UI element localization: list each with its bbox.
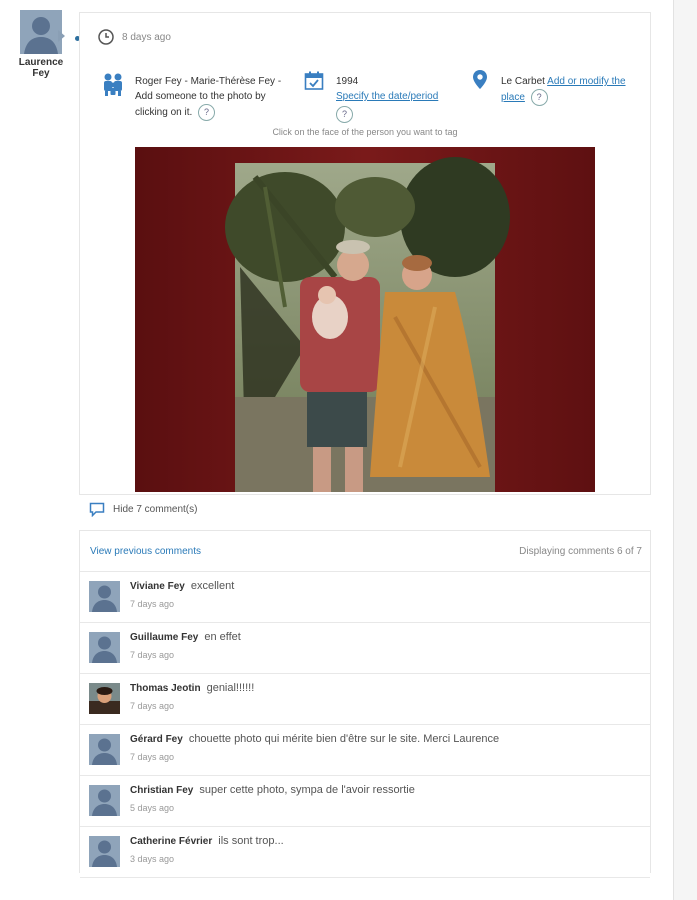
- comment-text: excellent: [190, 580, 235, 592]
- comment-item: Guillaume Fey en effet 7 days ago: [80, 623, 650, 674]
- comment-text: genial!!!!!!: [206, 682, 255, 694]
- user-silhouette-icon: [20, 10, 62, 54]
- comment-item: Catherine Février ils sont trop... 3 days…: [80, 827, 650, 878]
- toggle-comments[interactable]: Hide 7 comment(s): [89, 502, 197, 517]
- comment-author[interactable]: Guillaume Fey en effet: [130, 631, 241, 643]
- user-photo-icon: [89, 683, 120, 714]
- photo-image[interactable]: [135, 147, 595, 492]
- post-time-text: 8 days ago: [122, 31, 171, 43]
- avatar[interactable]: [89, 683, 120, 714]
- comment-item: Thomas Jeotin genial!!!!!! 7 days ago: [80, 674, 650, 725]
- post-photo[interactable]: [135, 147, 595, 492]
- user-silhouette-icon: [89, 734, 120, 765]
- speech-bubble-icon: [89, 502, 105, 517]
- comment-author-name[interactable]: Viviane Fey: [130, 581, 185, 592]
- comments-header: View previous comments Displaying commen…: [80, 531, 650, 572]
- avatar[interactable]: [89, 632, 120, 663]
- post-card: 8 days ago Roger Fey - Marie-Thérèse Fey…: [79, 12, 651, 495]
- avatar[interactable]: [89, 836, 120, 867]
- avatar[interactable]: [89, 785, 120, 816]
- comment-text: en effet: [204, 631, 241, 643]
- date-help-icon[interactable]: ?: [336, 106, 353, 123]
- place-value: Le Carbet: [501, 76, 545, 87]
- specify-date-link[interactable]: Specify the date/period: [336, 89, 466, 104]
- comments-count: Displaying comments 6 of 7: [519, 546, 642, 557]
- date-value: 1994: [336, 76, 359, 87]
- calendar-icon-wrap: [304, 71, 324, 96]
- comment-text: ils sont trop...: [218, 835, 284, 847]
- user-silhouette-icon: [89, 581, 120, 612]
- comment-author[interactable]: Thomas Jeotin genial!!!!!!: [130, 682, 254, 694]
- right-scroll-strip: [673, 0, 697, 900]
- avatar[interactable]: [89, 734, 120, 765]
- place-block: Le Carbet Add or modify the place ?: [501, 74, 631, 106]
- comment-time: 5 days ago: [130, 803, 175, 813]
- comment-time: 7 days ago: [130, 701, 175, 711]
- comment-author[interactable]: Christian Fey super cette photo, sympa de…: [130, 784, 415, 796]
- author-avatar[interactable]: [20, 10, 62, 54]
- comment-time: 7 days ago: [130, 752, 175, 762]
- author-pointer: [58, 30, 65, 42]
- comment-time: 3 days ago: [130, 854, 175, 864]
- clock-icon: [98, 29, 114, 45]
- comment-author[interactable]: Gérard Fey chouette photo qui mérite bien…: [130, 733, 499, 745]
- help-icon[interactable]: ?: [198, 104, 216, 121]
- people-tag-text[interactable]: Roger Fey - Marie-Thérèse Fey - Add some…: [135, 74, 295, 121]
- comment-author-name[interactable]: Christian Fey: [130, 785, 193, 796]
- view-previous-link[interactable]: View previous comments: [90, 546, 201, 557]
- family-icon: [104, 73, 122, 96]
- location-pin-icon: [473, 70, 487, 89]
- author-name[interactable]: Laurence Fey: [12, 57, 70, 79]
- post-author[interactable]: Laurence Fey: [12, 10, 70, 79]
- avatar[interactable]: [89, 581, 120, 612]
- comment-item: Gérard Fey chouette photo qui mérite bien…: [80, 725, 650, 776]
- user-silhouette-icon: [89, 632, 120, 663]
- comment-text: chouette photo qui mérite bien d'être su…: [188, 733, 500, 745]
- comment-time: 7 days ago: [130, 650, 175, 660]
- comments-panel: View previous comments Displaying commen…: [79, 530, 651, 878]
- toggle-comments-label[interactable]: Hide 7 comment(s): [113, 504, 197, 515]
- comment-text: super cette photo, sympa de l'avoir ress…: [199, 784, 415, 796]
- place-help-icon[interactable]: ?: [530, 89, 548, 106]
- pin-icon-wrap: [472, 69, 488, 96]
- user-silhouette-icon: [89, 836, 120, 867]
- tag-hint: Click on the face of the person you want…: [272, 127, 458, 137]
- comment-item: Christian Fey super cette photo, sympa de…: [80, 776, 650, 827]
- post-timestamp: 8 days ago: [98, 29, 171, 45]
- comment-author-name[interactable]: Catherine Février: [130, 836, 212, 847]
- date-block: 1994 Specify the date/period ?: [336, 74, 466, 123]
- comment-author-name[interactable]: Guillaume Fey: [130, 632, 198, 643]
- user-silhouette-icon: [89, 785, 120, 816]
- comment-time: 7 days ago: [130, 599, 175, 609]
- calendar-icon: [304, 71, 324, 90]
- comment-author[interactable]: Viviane Fey excellent: [130, 580, 234, 592]
- comment-author-name[interactable]: Thomas Jeotin: [130, 683, 201, 694]
- comment-item: Viviane Fey excellent 7 days ago: [80, 572, 650, 623]
- people-icon-wrap: [100, 71, 126, 102]
- comment-author-name[interactable]: Gérard Fey: [130, 734, 183, 745]
- comment-author[interactable]: Catherine Février ils sont trop...: [130, 835, 284, 847]
